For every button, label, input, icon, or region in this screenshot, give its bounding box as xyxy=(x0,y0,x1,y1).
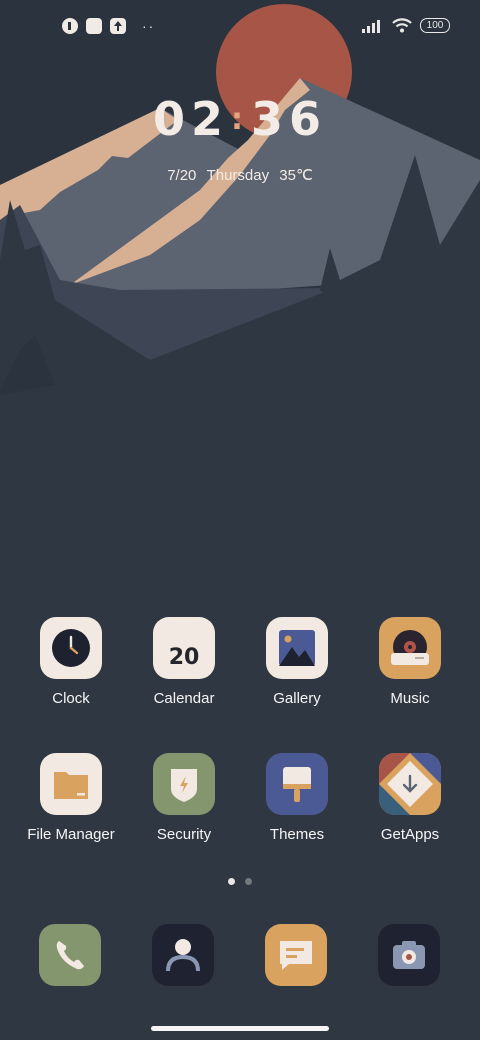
date-weather-line: 7/20 Thursday 35℃ xyxy=(0,166,480,184)
status-bar-system: 100 xyxy=(362,18,450,33)
contacts-icon xyxy=(166,939,200,972)
time-separator: : xyxy=(231,102,249,137)
app-label: Clock xyxy=(52,690,90,707)
app-label: GetApps xyxy=(380,826,440,843)
folder-icon xyxy=(40,753,102,815)
clock-time: 02:36 xyxy=(0,92,480,146)
calendar-icon: 20 xyxy=(153,617,215,679)
phone-icon xyxy=(56,941,84,970)
app-label: Themes xyxy=(269,826,325,843)
time-minutes: 36 xyxy=(251,92,328,146)
camera-icon xyxy=(393,941,425,969)
dock-camera[interactable] xyxy=(378,924,440,986)
messages-icon xyxy=(280,941,312,970)
more-notifications-dots: ·· xyxy=(142,18,156,34)
wifi-icon xyxy=(392,18,412,33)
music-icon xyxy=(379,617,441,679)
page-dot-1[interactable] xyxy=(228,878,235,885)
app-label: Music xyxy=(390,690,430,707)
gallery-icon xyxy=(266,617,328,679)
battery-indicator: 100 xyxy=(420,18,450,33)
app-label: Gallery xyxy=(273,690,321,707)
page-dot-2[interactable] xyxy=(245,878,252,885)
temperature-text: 35℃ xyxy=(279,167,313,184)
app-label: File Manager xyxy=(27,826,115,843)
shield-icon xyxy=(153,753,215,815)
paintbrush-icon xyxy=(266,753,328,815)
calendar-day: 20 xyxy=(168,645,200,670)
home-gesture-bar[interactable] xyxy=(151,1026,329,1031)
app-file-manager[interactable]: File Manager xyxy=(16,753,126,843)
app-music[interactable]: Music xyxy=(355,617,465,707)
download-icon xyxy=(379,753,441,815)
clock-icon xyxy=(40,617,102,679)
dock-contacts[interactable] xyxy=(152,924,214,986)
page-indicator[interactable] xyxy=(228,878,252,885)
signal-icon xyxy=(362,19,380,33)
time-hours: 02 xyxy=(152,92,229,146)
dock-phone[interactable] xyxy=(39,924,101,986)
app-security[interactable]: Security xyxy=(129,753,239,843)
weekday-text: Thursday xyxy=(206,167,270,184)
status-bar-notifications: ·· xyxy=(62,18,155,34)
date-text: 7/20 xyxy=(167,167,197,184)
dock-messages[interactable] xyxy=(265,924,327,986)
app-label: Calendar xyxy=(153,690,215,707)
app-gallery[interactable]: Gallery xyxy=(242,617,352,707)
app-getapps[interactable]: GetApps xyxy=(355,753,465,843)
app-clock[interactable]: Clock xyxy=(16,617,126,707)
chat-bubble-icon xyxy=(62,18,78,34)
app-label: Security xyxy=(156,826,212,843)
upload-icon xyxy=(110,18,126,34)
square-app-icon xyxy=(86,18,102,34)
app-themes[interactable]: Themes xyxy=(242,753,352,843)
app-calendar[interactable]: 20 Calendar xyxy=(129,617,239,707)
